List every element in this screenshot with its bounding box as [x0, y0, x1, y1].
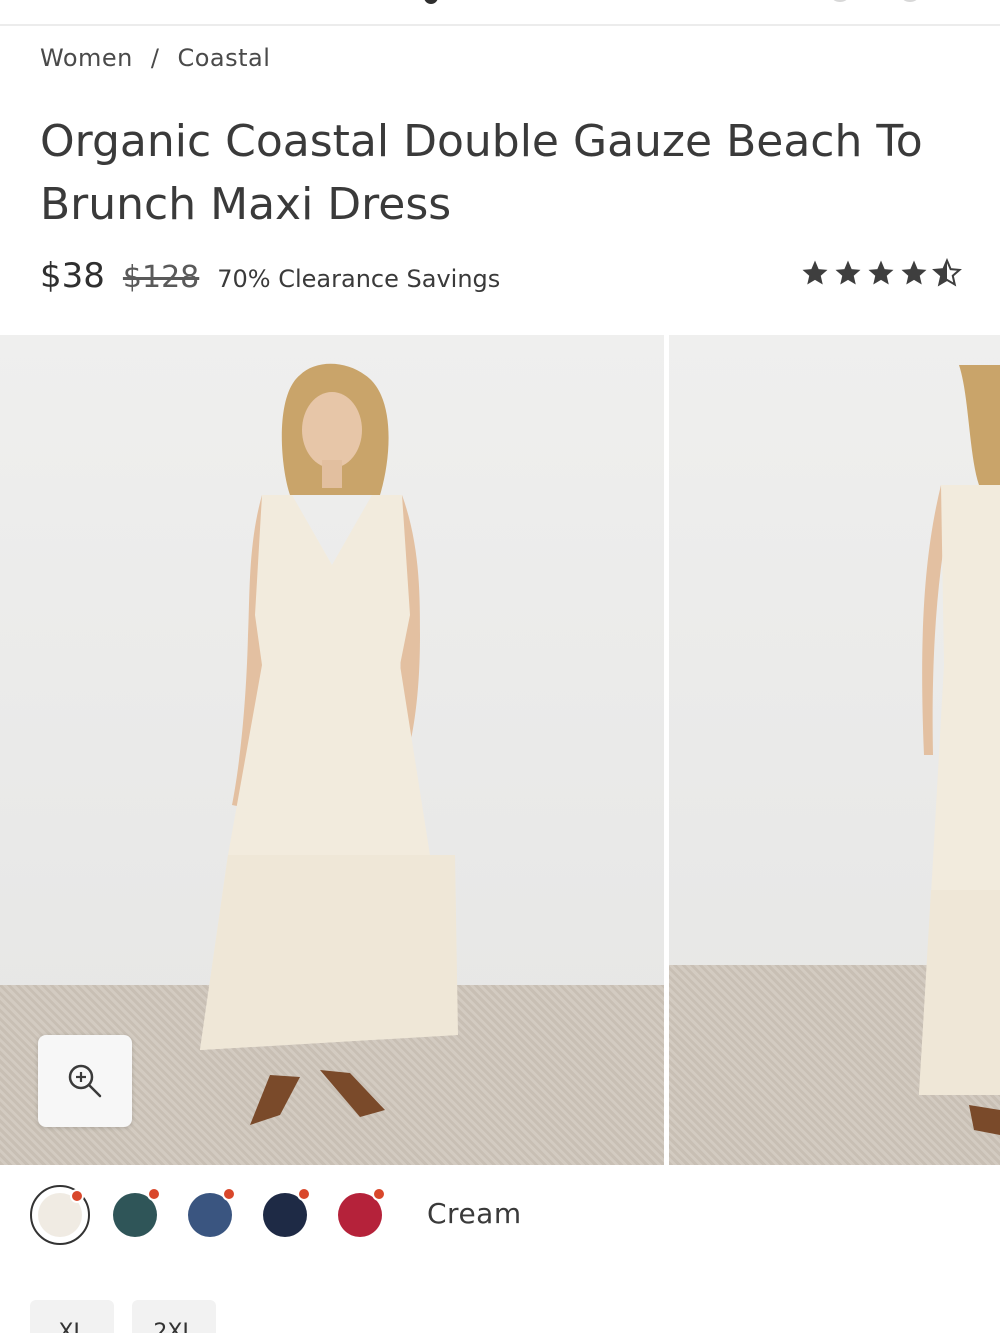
savings-label: 70% Clearance Savings — [217, 265, 501, 293]
zoom-in-icon — [68, 1064, 102, 1098]
breadcrumb-separator: / — [150, 44, 160, 72]
star-rating[interactable] — [800, 258, 962, 288]
color-swatch-list — [30, 1185, 405, 1245]
color-swatch-dark-navy[interactable] — [255, 1185, 315, 1245]
star-full-icon — [835, 260, 861, 285]
model-back-illustration — [919, 365, 1000, 1135]
price-row: $38 $128 70% Clearance Savings — [40, 256, 500, 296]
breadcrumb: Women / Coastal — [40, 44, 270, 72]
top-header-bar — [0, 0, 1000, 26]
cart-icon[interactable] — [902, 0, 918, 2]
star-half-icon — [932, 258, 962, 287]
sale-badge-dot — [372, 1187, 386, 1201]
sale-badge-dot — [222, 1187, 236, 1201]
breadcrumb-link-women[interactable]: Women — [40, 44, 133, 72]
sale-badge-dot — [70, 1189, 84, 1203]
sale-badge-dot — [297, 1187, 311, 1201]
original-price: $128 — [122, 260, 200, 295]
star-full-icon — [868, 260, 894, 285]
selected-color-name: Cream — [427, 1197, 522, 1230]
product-title: Organic Coastal Double Gauze Beach To Br… — [40, 116, 923, 230]
sale-badge-dot — [147, 1187, 161, 1201]
product-image-gallery[interactable] — [0, 335, 1000, 1165]
size-button-2xl[interactable]: 2XL — [132, 1300, 216, 1333]
color-swatch-navy-blue[interactable] — [180, 1185, 240, 1245]
search-icon[interactable] — [832, 0, 848, 2]
current-price: $38 — [40, 256, 105, 296]
star-full-icon — [901, 260, 927, 285]
product-photo-front[interactable] — [0, 335, 664, 1165]
product-photo-back[interactable] — [669, 335, 1000, 1165]
color-swatch-red[interactable] — [330, 1185, 390, 1245]
color-swatch-cream[interactable] — [30, 1185, 90, 1245]
size-options: XL 2XL — [30, 1300, 216, 1333]
color-swatch-teal[interactable] — [105, 1185, 165, 1245]
brand-logo[interactable] — [424, 0, 438, 4]
breadcrumb-link-coastal[interactable]: Coastal — [177, 44, 270, 72]
size-button-xl[interactable]: XL — [30, 1300, 114, 1333]
zoom-button[interactable] — [38, 1035, 132, 1127]
star-full-icon — [802, 260, 828, 285]
